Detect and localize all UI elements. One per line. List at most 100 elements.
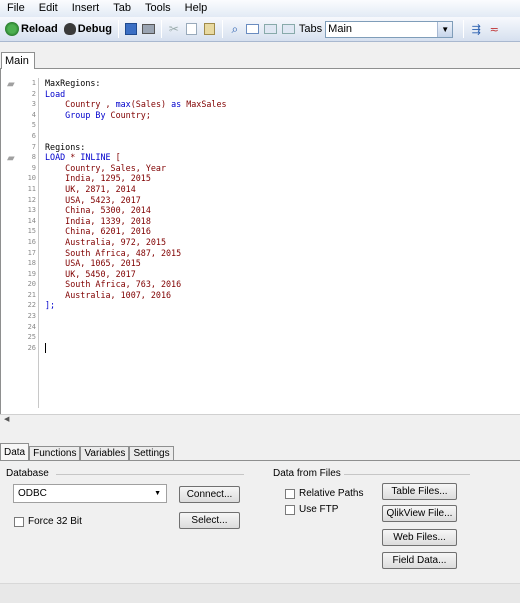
paste-icon[interactable] (202, 21, 218, 37)
code-line[interactable]: Australia, 1007, 2016 (45, 290, 520, 301)
code-line[interactable]: USA, 1065, 2015 (45, 258, 520, 269)
line-number: 23 (27, 312, 36, 321)
qlikview-file-button[interactable]: QlikView File... (382, 505, 457, 522)
code-line[interactable]: China, 6201, 2016 (45, 226, 520, 237)
code-line[interactable]: South Africa, 487, 2015 (45, 248, 520, 259)
group-divider (56, 474, 244, 475)
code-line[interactable]: South Africa, 763, 2016 (45, 279, 520, 290)
line-number: 21 (27, 290, 36, 299)
code-line[interactable]: Load (45, 89, 520, 100)
promote-tab-icon[interactable] (263, 21, 279, 37)
cut-icon[interactable]: ✂ (166, 21, 182, 37)
menu-edit[interactable]: Edit (32, 0, 65, 17)
menu-tools[interactable]: Tools (138, 0, 178, 17)
tabs-label: Tabs (298, 23, 323, 35)
code-line[interactable] (45, 131, 520, 142)
files-group-label: Data from Files (273, 468, 341, 479)
section-marker-icon: ▰ (7, 79, 15, 90)
menu-bar: File Edit Insert Tab Tools Help (0, 0, 520, 17)
tab-main[interactable]: Main (1, 52, 35, 70)
use-ftp-checkbox[interactable]: Use FTP (285, 504, 338, 515)
tab-data[interactable]: Data (0, 443, 30, 461)
database-select[interactable]: ODBC ▼ (13, 484, 167, 503)
select-button[interactable]: Select... (179, 512, 240, 529)
save-icon[interactable] (123, 21, 139, 37)
checkbox-box[interactable] (285, 488, 295, 499)
code-line[interactable] (45, 120, 520, 131)
copy-icon[interactable] (184, 21, 200, 37)
line-number: 12 (27, 195, 36, 204)
editor-horizontal-scrollbar[interactable]: ◀ (0, 414, 520, 424)
tab-dropdown-icon[interactable]: ▼ (437, 21, 453, 37)
new-tab-icon[interactable] (245, 21, 261, 37)
menu-help[interactable]: Help (178, 0, 215, 17)
use-ftp-label: Use FTP (299, 504, 339, 515)
code-line[interactable]: Country, Sales, Year (45, 163, 520, 174)
find-icon[interactable]: ⌕ (227, 21, 243, 37)
tab-settings[interactable]: Settings (129, 446, 174, 461)
code-line[interactable]: LOAD * INLINE [ (45, 152, 520, 163)
code-line[interactable]: USA, 5423, 2017 (45, 195, 520, 206)
script-code[interactable]: MaxRegions: Load Country , max(Sales) as … (45, 78, 520, 354)
section-marker-icon: ▰ (7, 153, 15, 164)
tab-variables[interactable]: Variables (80, 446, 130, 461)
tab-select[interactable]: Main ▼ (325, 20, 454, 38)
group-divider (344, 474, 470, 475)
menu-file[interactable]: File (0, 0, 32, 17)
code-line[interactable]: Australia, 972, 2015 (45, 237, 520, 248)
code-line[interactable]: Regions: (45, 142, 520, 153)
force-32-bit-checkbox[interactable]: Force 32 Bit (14, 516, 82, 527)
checkbox-box[interactable] (14, 516, 24, 527)
line-number: 4 (31, 110, 36, 119)
toolbar-separator (160, 20, 162, 38)
line-number: 20 (27, 280, 36, 289)
code-line[interactable]: Group By Country; (45, 110, 520, 121)
menu-insert[interactable]: Insert (65, 0, 107, 17)
code-line[interactable] (45, 311, 520, 322)
demote-tab-icon[interactable] (281, 21, 297, 37)
database-group-label: Database (6, 468, 49, 479)
table-viewer-icon[interactable]: ⇶ (468, 21, 484, 37)
line-number: 14 (27, 216, 36, 225)
debug-button[interactable]: Debug (61, 19, 115, 39)
line-number: 7 (31, 142, 36, 151)
code-line[interactable] (45, 332, 520, 343)
menu-tab[interactable]: Tab (106, 0, 138, 17)
syntax-check-icon[interactable]: ≂ (486, 21, 502, 37)
code-line[interactable]: MaxRegions: (45, 78, 520, 89)
line-number: 5 (31, 121, 36, 130)
line-number: 1 (31, 79, 36, 87)
code-line[interactable]: India, 1339, 2018 (45, 216, 520, 227)
code-line[interactable] (45, 343, 520, 354)
debug-label: Debug (77, 23, 112, 35)
checkbox-box[interactable] (285, 504, 295, 515)
code-line[interactable]: China, 5300, 2014 (45, 205, 520, 216)
web-files-button[interactable]: Web Files... (382, 529, 457, 546)
line-numbers: 1 2 3 4 5 6 7 8 9 10 11 12 13 14 15 16 1… (23, 78, 39, 408)
relative-paths-checkbox[interactable]: Relative Paths (285, 488, 363, 499)
print-icon[interactable] (141, 21, 157, 37)
reload-button[interactable]: Reload (2, 19, 61, 39)
data-tab-panel: Database ODBC ▼ Force 32 Bit Connect... … (0, 460, 520, 583)
force-32-bit-label: Force 32 Bit (28, 516, 82, 527)
code-line[interactable]: UK, 2871, 2014 (45, 184, 520, 195)
line-number: 17 (27, 248, 36, 257)
tab-functions[interactable]: Functions (29, 446, 81, 461)
tab-select-value: Main (328, 23, 353, 35)
field-data-button[interactable]: Field Data... (382, 552, 457, 569)
chevron-down-icon: ▼ (154, 490, 161, 497)
code-line[interactable]: India, 1295, 2015 (45, 173, 520, 184)
table-files-button[interactable]: Table Files... (382, 483, 457, 500)
code-line[interactable]: Country , max(Sales) as MaxSales (45, 99, 520, 110)
code-line[interactable]: ]; (45, 300, 520, 311)
bottom-tabs: Data Functions Variables Settings (0, 443, 174, 461)
code-line[interactable] (45, 322, 520, 333)
reload-label: Reload (21, 23, 58, 35)
script-editor[interactable]: ▰ ▰ 1 2 3 4 5 6 7 8 9 10 11 12 13 14 15 … (0, 69, 520, 414)
line-number: 25 (27, 333, 36, 342)
code-line[interactable]: UK, 5450, 2017 (45, 269, 520, 280)
connect-button[interactable]: Connect... (179, 486, 240, 503)
script-tab-strip: Main (0, 50, 520, 70)
line-number: 8 (31, 153, 36, 162)
scroll-left-icon[interactable]: ◀ (4, 415, 9, 423)
